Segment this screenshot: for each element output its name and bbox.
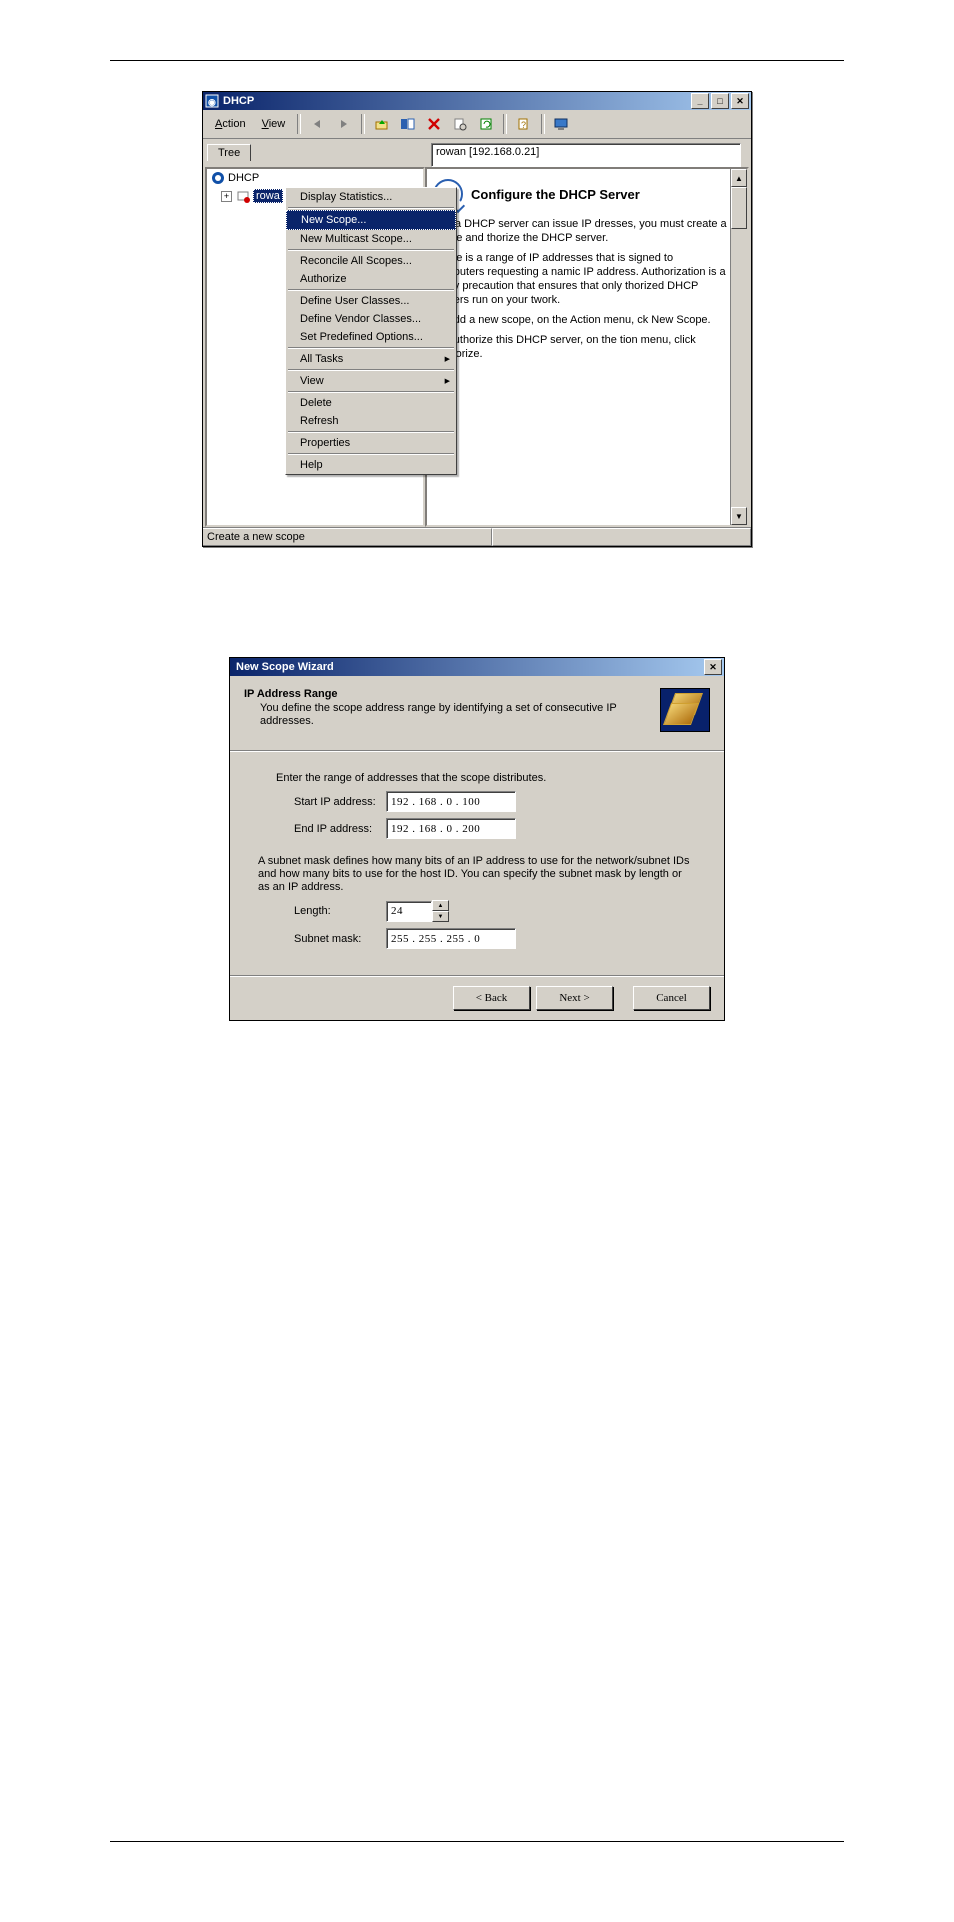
ctx-predefined-options[interactable]: Set Predefined Options... [286,328,456,346]
content-pane: i Configure the DHCP Server fore a DHCP … [425,167,749,527]
length-down-button[interactable]: ▼ [432,911,449,922]
ctx-user-classes[interactable]: Define User Classes... [286,292,456,310]
content-paragraph-1: fore a DHCP server can issue IP dresses,… [433,217,727,245]
wizard-footer: < Back Next > Cancel [230,975,724,1020]
ctx-view[interactable]: View [286,372,456,390]
server-icon [236,189,250,203]
wizard-icon [660,688,710,732]
window-title: DHCP [223,95,689,107]
length-up-button[interactable]: ▲ [432,900,449,911]
new-scope-wizard: New Scope Wizard ✕ IP Address Range You … [229,657,725,1021]
maximize-button[interactable]: □ [711,93,729,109]
vertical-scrollbar[interactable]: ▲ ▼ [730,169,747,525]
delete-button[interactable] [422,113,446,135]
ctx-delete[interactable]: Delete [286,394,456,412]
wizard-close-button[interactable]: ✕ [704,659,722,675]
tree-pane[interactable]: DHCP + rowa Display Statistics... New Sc… [205,167,425,527]
wizard-body: Enter the range of addresses that the sc… [230,751,724,975]
start-ip-input[interactable]: 192 . 168 . 0 . 100 [386,791,516,812]
status-empty [492,528,751,546]
wizard-title: New Scope Wizard [232,661,702,673]
subnet-explain: A subnet mask defines how many bits of a… [258,855,694,894]
start-ip-label: Start IP address: [294,796,386,808]
tree-selected-label: rowa [253,189,283,203]
next-button[interactable]: Next > [536,986,613,1010]
tree-root[interactable]: DHCP [207,169,423,187]
wizard-header-title: IP Address Range [244,688,660,700]
content-paragraph-3: To add a new scope, on the Action menu, … [433,313,727,327]
close-button[interactable]: ✕ [731,93,749,109]
length-stepper[interactable]: 24 ▲ ▼ [386,900,449,922]
content-heading: Configure the DHCP Server [471,187,640,202]
refresh-button[interactable] [474,113,498,135]
up-folder-button[interactable] [370,113,394,135]
ctx-refresh[interactable]: Refresh [286,412,456,430]
help-button[interactable]: ? [512,113,536,135]
back-button[interactable]: < Back [453,986,530,1010]
svg-text:◉: ◉ [208,97,216,107]
mask-label: Subnet mask: [294,933,386,945]
content-paragraph-4: To authorize this DHCP server, on the ti… [433,333,727,361]
end-ip-input[interactable]: 192 . 168 . 0 . 200 [386,818,516,839]
status-bar: Create a new scope [203,527,751,546]
show-hide-tree-button[interactable] [396,113,420,135]
nav-forward-button[interactable] [332,113,356,135]
minimize-button[interactable]: _ [691,93,709,109]
wizard-header-desc: You define the scope address range by id… [244,702,660,728]
ctx-new-multicast[interactable]: New Multicast Scope... [286,230,456,248]
properties-button[interactable] [448,113,472,135]
wizard-titlebar[interactable]: New Scope Wizard ✕ [230,658,724,676]
ctx-all-tasks[interactable]: All Tasks [286,350,456,368]
ctx-help[interactable]: Help [286,456,456,474]
svg-text:?: ? [521,120,526,130]
computer-icon-button[interactable] [550,113,574,135]
status-text: Create a new scope [203,528,492,546]
end-ip-label: End IP address: [294,823,386,835]
menu-toolbar: Action View ? [203,110,751,139]
ctx-authorize[interactable]: Authorize [286,270,456,288]
menu-action[interactable]: Action [207,116,254,132]
ctx-reconcile[interactable]: Reconcile All Scopes... [286,252,456,270]
ctx-new-scope[interactable]: New Scope... [286,210,456,230]
ctx-properties[interactable]: Properties [286,434,456,452]
wizard-header: IP Address Range You define the scope ad… [230,676,724,751]
length-input[interactable]: 24 [386,901,432,922]
dhcp-window: ◉ DHCP _ □ ✕ Action View ? [202,91,752,547]
context-menu: Display Statistics... New Scope... New M… [285,187,457,475]
content-paragraph-2: scope is a range of IP addresses that is… [433,251,727,307]
scroll-up-button[interactable]: ▲ [731,169,747,187]
dhcp-titlebar[interactable]: ◉ DHCP _ □ ✕ [203,92,751,110]
ctx-vendor-classes[interactable]: Define Vendor Classes... [286,310,456,328]
wizard-intro: Enter the range of addresses that the sc… [276,772,694,785]
ctx-display-statistics[interactable]: Display Statistics... [286,188,456,206]
cancel-button[interactable]: Cancel [633,986,710,1010]
expand-icon[interactable]: + [221,191,232,202]
length-label: Length: [294,905,386,917]
scroll-down-button[interactable]: ▼ [731,507,747,525]
nav-back-button[interactable] [306,113,330,135]
mask-input[interactable]: 255 . 255 . 255 . 0 [386,928,516,949]
breadcrumb-box: rowan [192.168.0.21] [431,143,741,167]
scroll-thumb[interactable] [731,187,747,229]
app-icon: ◉ [205,94,219,108]
dhcp-root-icon [211,171,225,185]
menu-view[interactable]: View [254,116,294,132]
tree-tab[interactable]: Tree [207,144,251,161]
